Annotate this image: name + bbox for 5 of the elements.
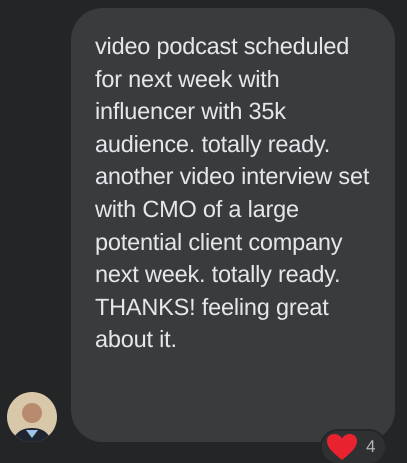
message-text: video podcast scheduled for next week with influencer with 35k audience. totally ready. another video interview set with CMO of a large potential client company next week. totally ready. THANKS! feeling great about it. [95, 32, 370, 354]
avatar [7, 392, 57, 442]
heart-icon [326, 433, 358, 461]
reaction-badge[interactable]: 4 [320, 429, 388, 463]
reaction-count: 4 [366, 436, 376, 458]
